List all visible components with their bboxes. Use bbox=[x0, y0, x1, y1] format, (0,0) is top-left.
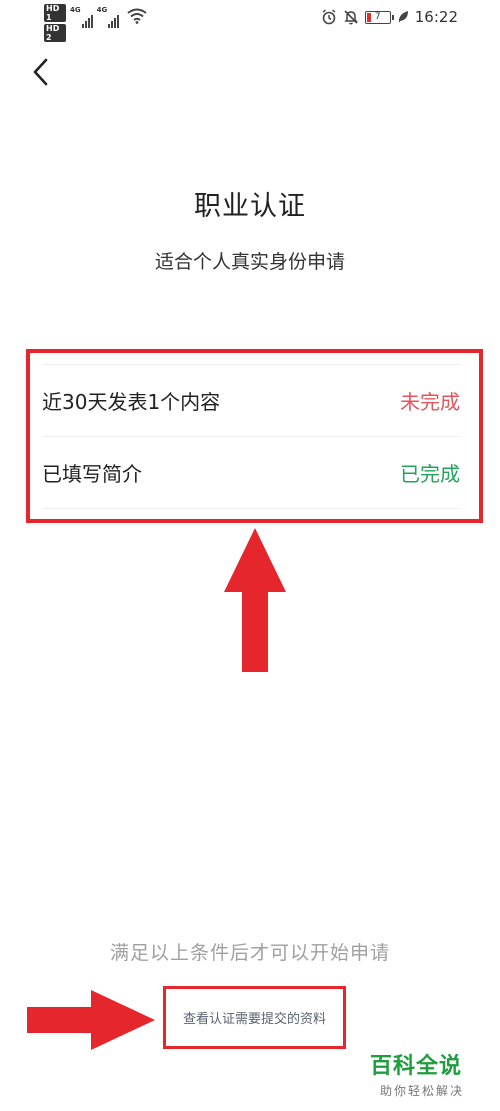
back-chevron-icon[interactable] bbox=[28, 56, 56, 88]
signal-bars-2-icon bbox=[108, 14, 120, 28]
signal-sim1: 4G bbox=[70, 6, 93, 28]
watermark-subtitle: 助你轻松解决 bbox=[380, 1084, 465, 1098]
screen: HD 1 HD 2 4G 4G 7 16:22 职业认证 适合个人真实身份申请 … bbox=[0, 0, 500, 1111]
hd1-badge: HD 1 bbox=[44, 4, 66, 22]
status-left: HD 1 HD 2 4G 4G bbox=[44, 4, 147, 42]
battery-level: 7 bbox=[374, 12, 381, 22]
clock: 16:22 bbox=[414, 8, 458, 26]
mute-bell-icon bbox=[343, 10, 358, 25]
hd-indicators: HD 1 HD 2 bbox=[44, 4, 66, 42]
signal-bars-1-icon bbox=[81, 14, 93, 28]
annotation-highlight-box bbox=[26, 349, 483, 523]
alarm-icon bbox=[322, 9, 336, 25]
battery-icon: 7 bbox=[364, 10, 394, 24]
net2-label: 4G bbox=[96, 6, 108, 14]
requirement-notice: 满足以上条件后才可以开始申请 bbox=[109, 942, 390, 964]
page-title: 职业认证 bbox=[194, 191, 306, 222]
signal-sim2: 4G bbox=[97, 6, 120, 28]
leaf-icon bbox=[398, 11, 408, 23]
view-materials-link[interactable]: 查看认证需要提交的资料 bbox=[163, 986, 346, 1049]
view-materials-link-text[interactable]: 查看认证需要提交的资料 bbox=[183, 1008, 326, 1027]
net1-label: 4G bbox=[70, 6, 81, 14]
hd2-badge: HD 2 bbox=[44, 24, 66, 42]
annotation-arrow-right-icon bbox=[27, 990, 155, 1050]
wifi-icon bbox=[127, 8, 147, 24]
page-subtitle: 适合个人真实身份申请 bbox=[154, 251, 345, 273]
watermark-logo: 百科全说 助你轻松解决 bbox=[370, 1048, 490, 1099]
watermark-title: 百科全说 bbox=[370, 1054, 463, 1079]
status-right: 7 16:22 bbox=[321, 8, 458, 26]
annotation-arrow-up-icon bbox=[224, 528, 286, 672]
status-bar: HD 1 HD 2 4G 4G 7 16:22 bbox=[0, 0, 500, 42]
